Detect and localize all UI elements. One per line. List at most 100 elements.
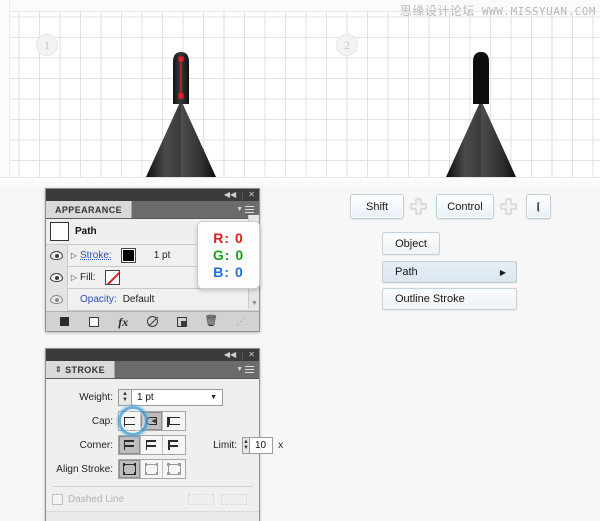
menu-item-object[interactable]: Object xyxy=(382,232,440,255)
tab-row-filler xyxy=(132,201,236,218)
expand-triangle-icon[interactable]: ▷ xyxy=(68,251,80,260)
dash-preserve-icon[interactable] xyxy=(188,493,214,505)
tab-row-filler xyxy=(115,361,236,378)
opacity-label[interactable]: Opacity: xyxy=(80,294,117,305)
stroke-weight-row[interactable]: Weight: ▲ ▼ 1 pt ▼ xyxy=(46,385,259,409)
key-control[interactable]: Control xyxy=(436,194,494,219)
resize-grip-icon[interactable]: ⋰ xyxy=(231,314,249,330)
delete-item-icon[interactable]: 🗑 xyxy=(202,314,220,330)
duplicate-item-icon[interactable] xyxy=(173,314,191,330)
appearance-tab-row[interactable]: APPEARANCE ▼ xyxy=(46,201,259,219)
stroke-color-swatch[interactable] xyxy=(120,248,136,263)
target-thumbnail xyxy=(50,222,69,241)
appearance-panel-footer[interactable]: fx 🗑 ⋰ xyxy=(46,311,259,331)
visibility-toggle-fill[interactable] xyxy=(46,266,68,289)
rgb-red-line: R: 0 xyxy=(213,230,243,246)
round-join-button[interactable] xyxy=(141,436,163,454)
eye-icon xyxy=(50,273,63,282)
artboard-left-edge xyxy=(0,0,10,186)
align-center-button[interactable] xyxy=(119,460,141,478)
menu-item-outline-stroke-label: Outline Stroke xyxy=(395,293,465,305)
add-new-effect-icon[interactable]: fx xyxy=(114,314,132,330)
key-shift[interactable]: Shift xyxy=(350,194,404,219)
limit-unit: x xyxy=(278,439,284,451)
menu-caret-icon: ▼ xyxy=(236,366,243,373)
tab-stroke[interactable]: ⇕ STROKE xyxy=(46,361,116,378)
key-bracket[interactable]: [ xyxy=(526,194,551,219)
close-icon[interactable]: ✕ xyxy=(248,191,255,199)
collapse-icon[interactable]: ◀◀ xyxy=(224,191,236,199)
watermark: 思缘设计论坛 WWW.MISSYUAN.COM xyxy=(400,2,596,19)
expand-triangle-icon[interactable]: ▷ xyxy=(68,273,80,282)
menu-lines-icon xyxy=(245,205,254,214)
plus-icon xyxy=(410,198,427,215)
visibility-toggle-opacity[interactable] xyxy=(46,288,68,311)
fill-color-swatch[interactable] xyxy=(104,270,120,285)
watermark-url: WWW.MISSYUAN.COM xyxy=(482,5,596,18)
bevel-join-button[interactable] xyxy=(163,436,185,454)
stroke-panel-titlebar[interactable]: ◀◀ | ✕ xyxy=(46,349,259,361)
chevron-down-icon[interactable]: ▼ xyxy=(210,394,217,401)
limit-stepper[interactable]: ▲ ▼ xyxy=(242,436,249,454)
pen-illustration-2[interactable] xyxy=(418,42,544,177)
eye-icon xyxy=(50,295,63,304)
tab-grip-icon: ⇕ xyxy=(55,365,63,374)
corner-button-group[interactable] xyxy=(118,435,186,455)
limit-label: Limit: xyxy=(213,439,237,451)
step-badge-2: 2 xyxy=(336,34,358,56)
stroke-panel-body: Weight: ▲ ▼ 1 pt ▼ Cap: ◄ Corner: Limit:… xyxy=(46,379,283,521)
stroke-tab-row[interactable]: ⇕ STROKE ▼ xyxy=(46,361,259,379)
appearance-row-opacity[interactable]: Opacity: Default xyxy=(46,288,259,311)
tab-appearance[interactable]: APPEARANCE xyxy=(46,201,133,218)
align-stroke-label: Align Stroke: xyxy=(56,463,113,475)
limit-input[interactable]: 10 xyxy=(248,436,274,454)
menu-caret-icon: ▼ xyxy=(236,206,243,213)
weight-stepper[interactable]: ▲ ▼ xyxy=(118,388,131,406)
fill-label[interactable]: Fill: xyxy=(80,272,96,283)
stroke-corner-row[interactable]: Corner: Limit: ▲ ▼ 10 x xyxy=(46,433,283,457)
stroke-align-row[interactable]: Align Stroke: xyxy=(46,457,259,481)
eye-icon xyxy=(50,251,63,260)
corner-label: Corner: xyxy=(79,439,113,451)
chevron-down-icon[interactable]: ▼ xyxy=(251,300,258,307)
dashed-line-row[interactable]: Dashed Line xyxy=(46,487,259,511)
visibility-toggle-stroke[interactable] xyxy=(46,244,68,267)
titlebar-divider: | xyxy=(241,350,244,360)
align-inside-button[interactable] xyxy=(141,460,163,478)
rgb-green-line: G: 0 xyxy=(213,247,244,263)
stroke-panel-footer xyxy=(46,511,259,521)
appearance-panel-titlebar[interactable]: ◀◀ | ✕ xyxy=(46,189,259,201)
align-stroke-button-group[interactable] xyxy=(118,459,186,479)
weight-input[interactable]: 1 pt ▼ xyxy=(131,388,223,406)
clear-appearance-icon[interactable] xyxy=(143,314,161,330)
rgb-blue-value: 0 xyxy=(234,264,244,280)
pen-illustration-1[interactable] xyxy=(118,42,244,177)
projecting-cap-button[interactable] xyxy=(163,412,185,430)
stroke-cap-row[interactable]: Cap: ◄ xyxy=(46,409,259,433)
collapse-icon[interactable]: ◀◀ xyxy=(224,351,236,359)
dashed-line-checkbox[interactable] xyxy=(52,493,63,505)
close-icon[interactable]: ✕ xyxy=(248,351,255,359)
add-new-stroke-icon[interactable] xyxy=(56,314,74,330)
stroke-tab-label: STROKE xyxy=(65,364,106,375)
butt-cap-button[interactable] xyxy=(119,412,141,430)
appearance-target-label: Path xyxy=(75,226,97,237)
menu-item-path[interactable]: Path ▶ xyxy=(382,261,517,283)
menu-lines-icon xyxy=(245,365,254,374)
titlebar-divider: | xyxy=(241,190,244,200)
rgb-green-label: G: xyxy=(212,247,231,263)
miter-join-button[interactable] xyxy=(119,436,141,454)
stroke-label[interactable]: Stroke: xyxy=(80,250,112,261)
artboard-canvas[interactable]: 1 2 思缘设计论坛 WWW.MISSYUAN.COM xyxy=(0,0,600,186)
menu-item-outline-stroke[interactable]: Outline Stroke xyxy=(382,288,517,310)
panel-menu-icon[interactable]: ▼ xyxy=(236,361,259,378)
align-outside-button[interactable] xyxy=(163,460,185,478)
add-new-fill-icon[interactable] xyxy=(85,314,103,330)
round-cap-button[interactable]: ◄ xyxy=(141,412,163,430)
dash-exact-icon[interactable] xyxy=(221,493,247,505)
weight-value: 1 pt xyxy=(137,391,154,403)
opacity-value[interactable]: Default xyxy=(123,294,155,305)
stroke-weight-value[interactable]: 1 pt xyxy=(154,250,171,261)
stroke-panel[interactable]: ◀◀ | ✕ ⇕ STROKE ▼ Weight: ▲ ▼ 1 pt ▼ Cap… xyxy=(45,348,283,521)
cap-button-group[interactable]: ◄ xyxy=(118,411,186,431)
